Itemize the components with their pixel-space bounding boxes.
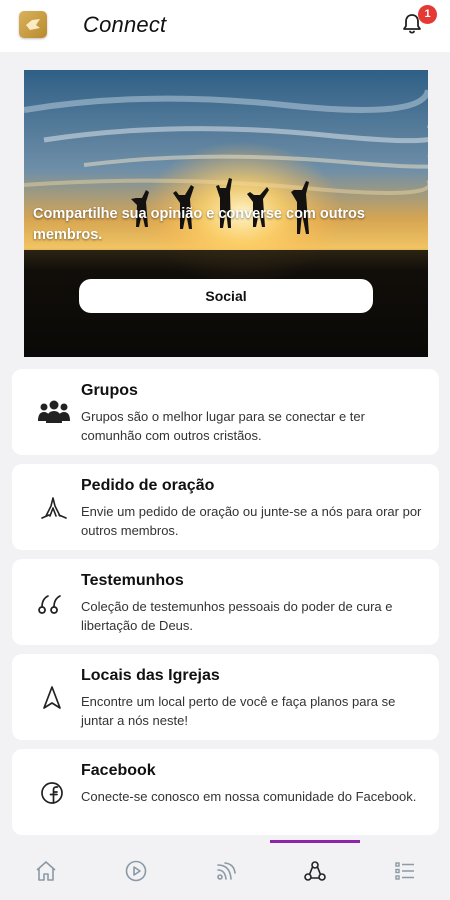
social-hero-banner: Compartilhe sua opinião e converse com o… [24,70,428,357]
nav-home-icon[interactable] [33,858,59,884]
social-button[interactable]: Social [79,279,373,313]
nav-play-icon[interactable] [123,858,149,884]
nav-broadcast-icon[interactable] [213,858,239,884]
card-pedido-de-oracao[interactable]: Pedido de oração Envie um pedido de oraç… [12,464,439,550]
card-title: Locais das Igrejas [81,667,220,684]
card-description: Grupos são o melhor lugar para se conect… [81,409,365,443]
facebook-icon [36,779,72,807]
navigation-arrow-icon [36,684,72,712]
app-header: Connect 1 [0,0,450,52]
nav-connect-icon[interactable] [302,858,328,884]
quote-icon [36,589,72,617]
notification-badge: 1 [418,5,437,24]
card-description: Encontre um local perto de você e faça p… [81,694,396,728]
nav-list-icon[interactable] [392,858,418,884]
card-description: Coleção de testemunhos pessoais do poder… [81,599,393,633]
card-title: Testemunhos [81,572,184,589]
card-grupos[interactable]: Grupos Grupos são o melhor lugar para se… [12,369,439,455]
card-testemunhos[interactable]: Testemunhos Coleção de testemunhos pesso… [12,559,439,645]
hero-tagline: Compartilhe sua opinião e converse com o… [33,206,365,243]
card-title: Grupos [81,382,138,399]
card-title: Facebook [81,762,156,779]
praying-hands-icon [36,494,72,522]
card-title: Pedido de oração [81,477,215,494]
page-title: Connect [83,12,167,37]
active-tab-indicator [270,840,360,843]
app-logo-icon[interactable] [19,11,47,38]
card-description: Conecte-se conosco em nossa comunidade d… [81,789,417,804]
card-locais-das-igrejas[interactable]: Locais das Igrejas Encontre um local per… [12,654,439,740]
card-description: Envie um pedido de oração ou junte-se a … [81,504,422,538]
card-facebook[interactable]: Facebook Conecte-se conosco em nossa com… [12,749,439,835]
people-group-icon [36,399,72,427]
